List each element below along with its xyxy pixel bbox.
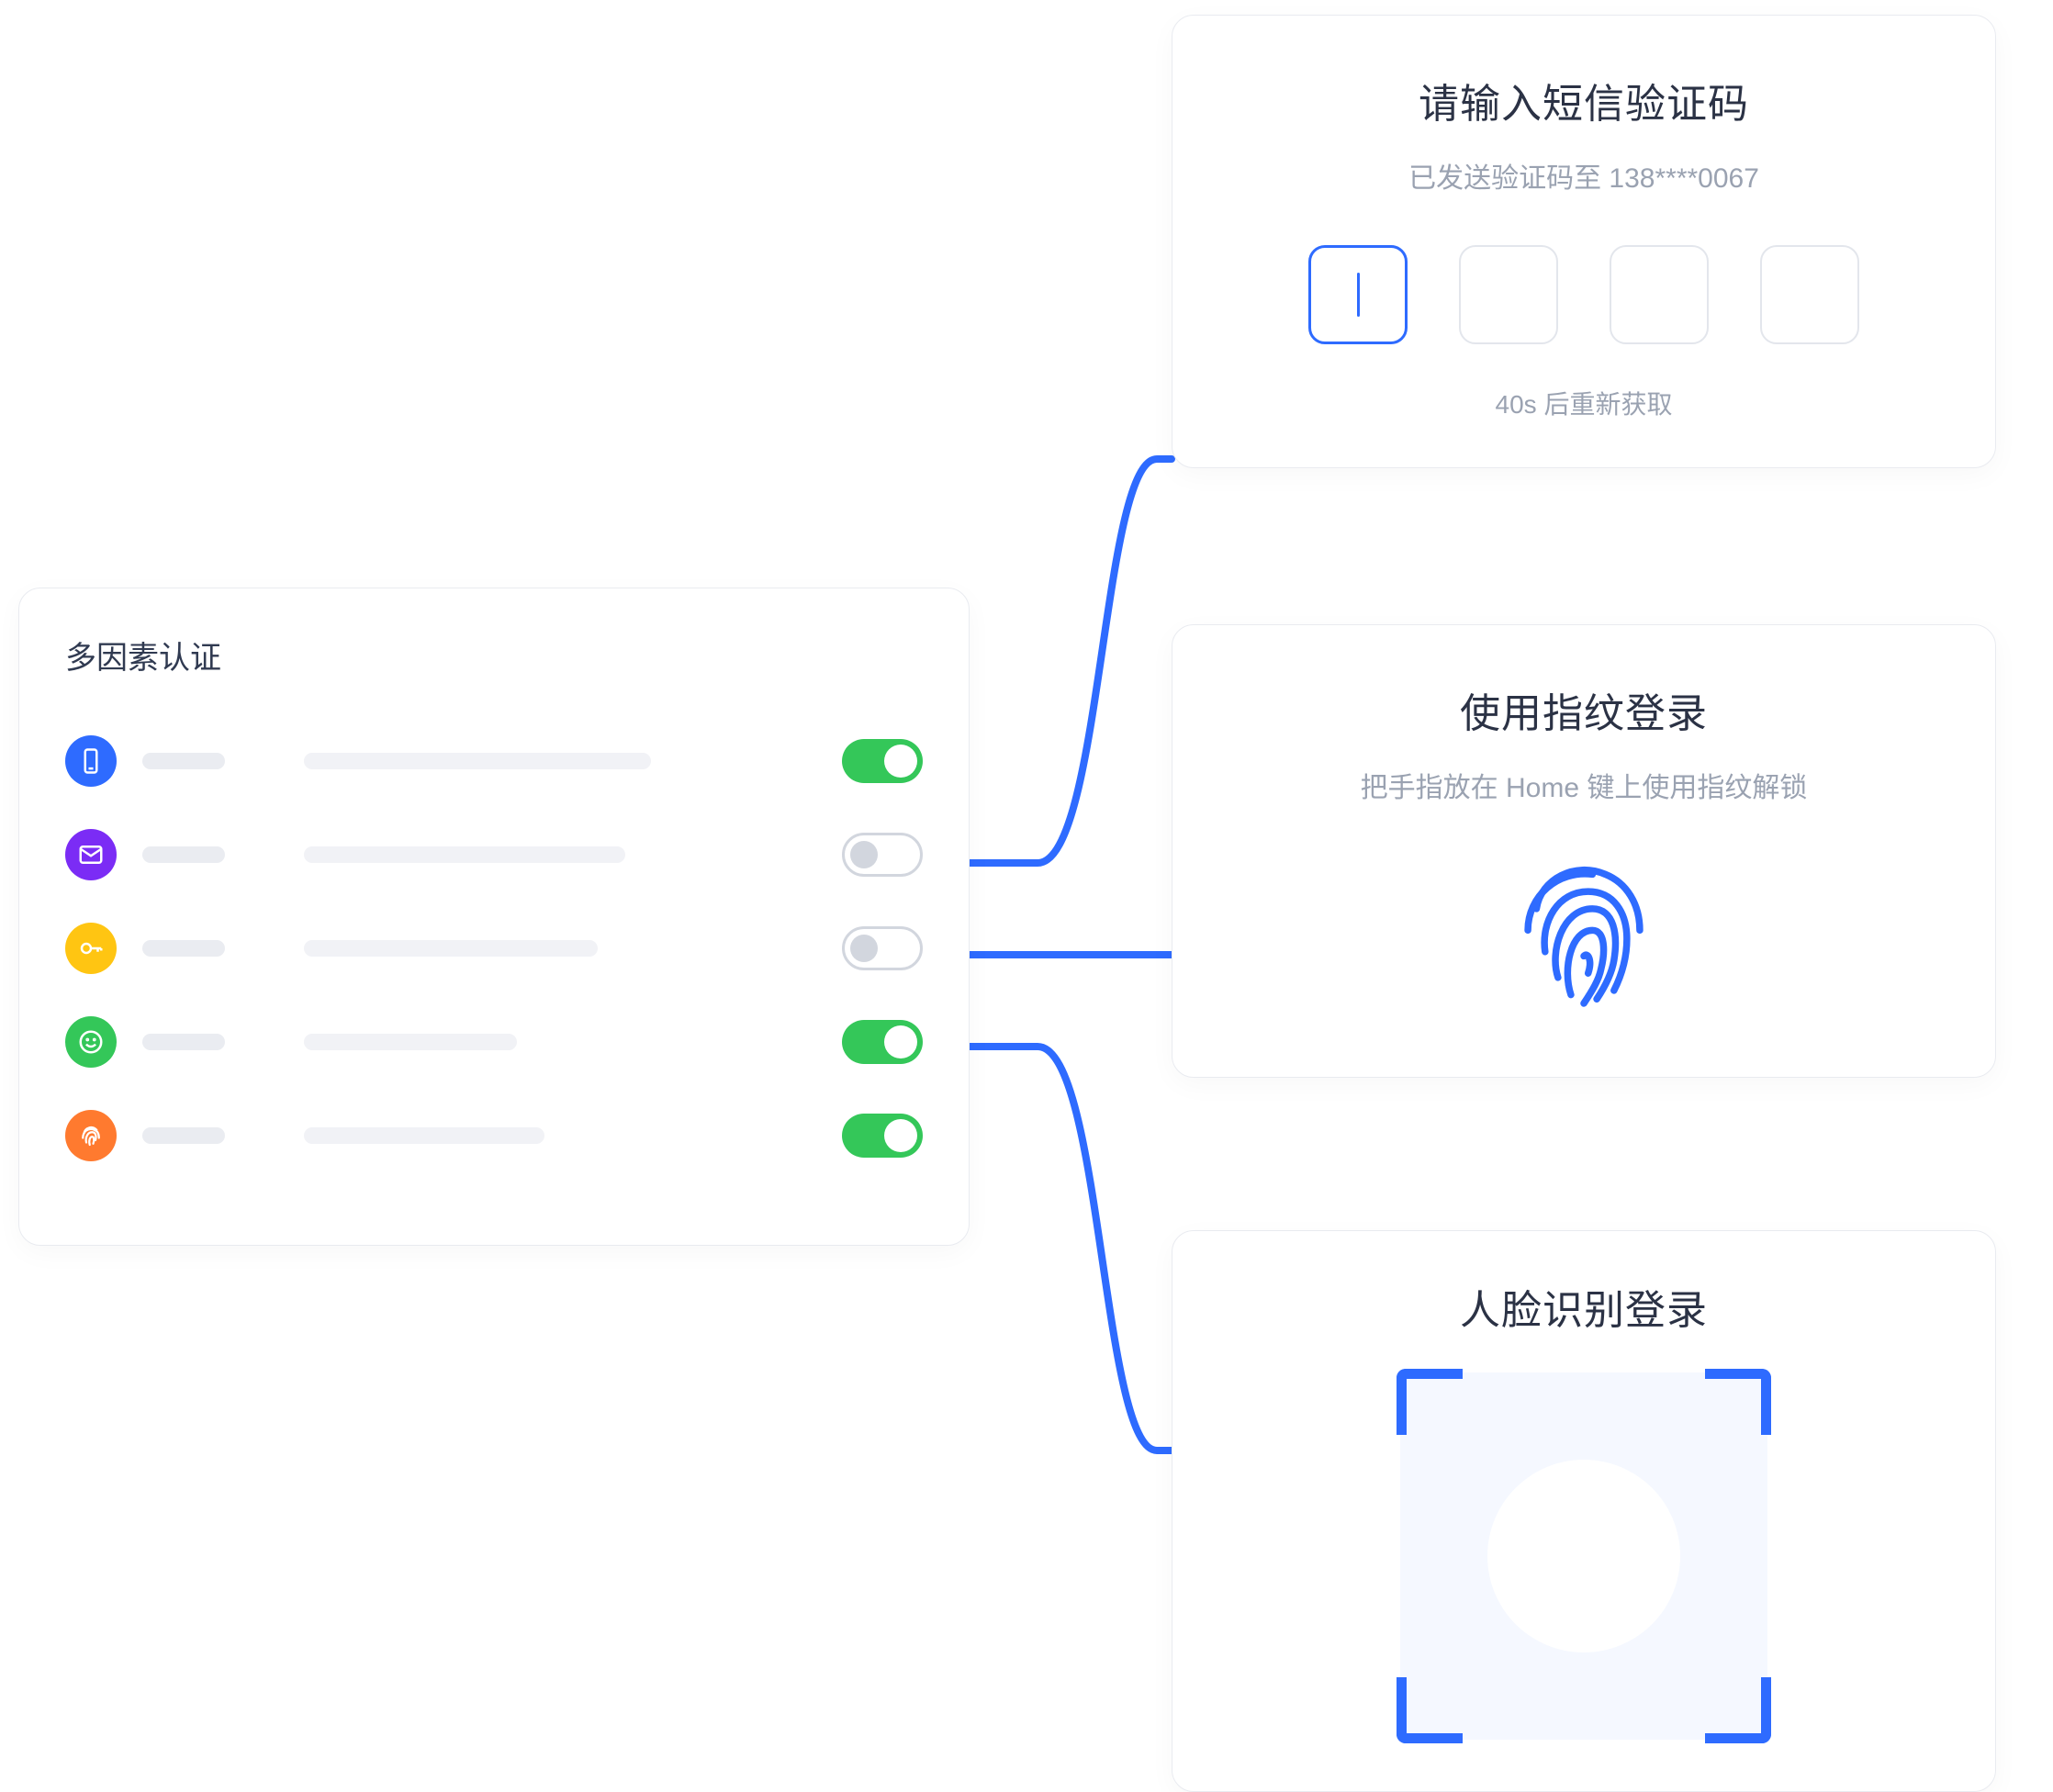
placeholder-long [304, 1034, 517, 1050]
mfa-row [65, 714, 923, 808]
mfa-row [65, 995, 923, 1089]
sms-title: 请输入短信验证码 [1209, 71, 1958, 129]
mfa-toggle[interactable] [842, 1020, 923, 1064]
mfa-row [65, 902, 923, 995]
sms-subtitle: 已发送验证码至 138****0067 [1209, 155, 1958, 196]
phone-icon [65, 735, 117, 787]
fingerprint-login-card: 使用指纹登录 把手指放在 Home 键上使用指纹解锁 [1172, 624, 1996, 1078]
fingerprint-title: 使用指纹登录 [1209, 680, 1958, 739]
placeholder-short [142, 1127, 225, 1144]
fingerprint-icon[interactable] [1515, 857, 1653, 1013]
mail-icon [65, 829, 117, 880]
face-placeholder-icon [1487, 1460, 1680, 1652]
scan-corner-icon [1397, 1677, 1463, 1743]
placeholder-short [142, 940, 225, 957]
sms-verification-card: 请输入短信验证码 已发送验证码至 138****0067 40s 后重新获取 [1172, 15, 1996, 468]
mfa-toggle[interactable] [842, 739, 923, 783]
placeholder-long [304, 846, 625, 863]
scan-corner-icon [1705, 1369, 1771, 1435]
placeholder-short [142, 846, 225, 863]
placeholder-short [142, 1034, 225, 1050]
scan-corner-icon [1705, 1677, 1771, 1743]
key-icon [65, 923, 117, 974]
placeholder-long [304, 940, 598, 957]
scan-corner-icon [1397, 1369, 1463, 1435]
face-title: 人脸识别登录 [1209, 1277, 1958, 1336]
mfa-row [65, 1089, 923, 1182]
sms-code-digit[interactable] [1459, 245, 1558, 344]
mfa-toggle[interactable] [842, 926, 923, 970]
face-login-card: 人脸识别登录 [1172, 1230, 1996, 1792]
placeholder-short [142, 753, 225, 769]
sms-code-digit[interactable] [1760, 245, 1859, 344]
sms-resend-text: 40s 后重新获取 [1209, 385, 1958, 421]
sms-code-digit[interactable] [1308, 245, 1408, 344]
fingerprint-subtitle: 把手指放在 Home 键上使用指纹解锁 [1209, 765, 1958, 805]
mfa-list [65, 714, 923, 1182]
fingerprint-small-icon [65, 1110, 117, 1161]
sms-code-digit[interactable] [1610, 245, 1709, 344]
mfa-settings-card: 多因素认证 [18, 588, 970, 1246]
mfa-row [65, 808, 923, 902]
face-scan-area[interactable] [1400, 1372, 1767, 1740]
text-caret-icon [1357, 273, 1360, 317]
mfa-toggle[interactable] [842, 1114, 923, 1158]
placeholder-long [304, 753, 651, 769]
mfa-toggle[interactable] [842, 833, 923, 877]
smile-icon [65, 1016, 117, 1068]
mfa-title: 多因素认证 [65, 633, 923, 678]
placeholder-long [304, 1127, 544, 1144]
sms-code-inputs [1209, 245, 1958, 344]
